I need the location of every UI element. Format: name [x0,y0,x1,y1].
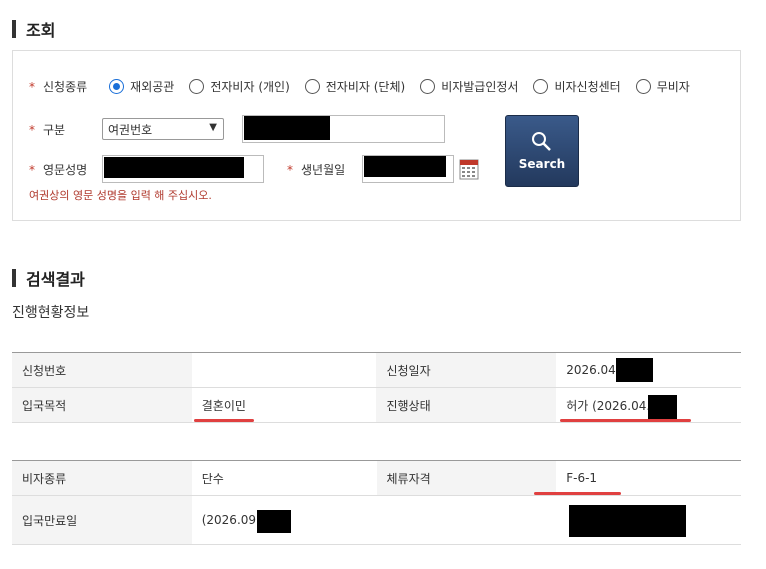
birth-label: 생년월일 [301,163,346,177]
search-icon [532,132,551,151]
header-stay-status: 체류자격 [376,460,557,496]
birth-row: * 생년월일 [287,161,345,178]
header-entry-purpose: 입국목적 [12,387,192,423]
category-select-value: 여권번호 [108,122,153,137]
header-entry-expiry: 입국만료일 [12,495,192,545]
table-row: 비자종류 단수 체류자격 F-6-1 [12,460,741,496]
redacted-info-block [569,505,686,537]
title-bar-marker [12,269,16,287]
eng-name-label: 영문성명 [43,163,88,177]
radio-evisa-individual[interactable]: 전자비자 (개인) [189,78,290,95]
radio-label: 무비자 [656,80,690,94]
value-entry-purpose: 결혼이민 [191,387,377,423]
radio-button[interactable] [189,79,205,94]
highlight-underline [194,419,254,422]
redacted-expiry-date [257,510,291,533]
value-stay-status: F-6-1 [556,460,741,496]
eng-name-row: * 영문성명 [29,161,87,178]
search-section-title: 조회 [12,17,55,41]
value-visa-type: 단수 [191,460,377,496]
category-select[interactable]: 여권번호 ▼ [102,118,224,140]
section-title-text: 조회 [26,21,56,40]
radio-label: 재외공관 [130,80,175,94]
table-row: 입국목적 결혼이민 진행상태 허가 (2026.04. [12,387,741,423]
radio-button[interactable] [533,79,549,94]
header-application-date: 신청일자 [376,352,557,388]
radio-label: 전자비자 (단체) [325,80,406,94]
radio-button[interactable] [304,79,320,94]
required-mark: * [29,79,35,94]
redacted-eng-name [104,157,244,178]
radio-visa-confirmation[interactable]: 비자발급인정서 [420,78,518,95]
required-mark: * [287,162,293,177]
highlight-underline [534,492,621,495]
search-button[interactable]: Search [505,115,579,187]
header-application-number: 신청번호 [12,352,192,388]
radio-button[interactable] [420,79,436,94]
required-mark: * [29,162,35,177]
radio-label: 비자발급인정서 [441,80,519,94]
radio-visa-center[interactable]: 비자신청센터 [533,78,621,95]
header-progress-status: 진행상태 [376,387,557,423]
calendar-icon[interactable] [459,158,479,180]
radio-label: 비자신청센터 [554,80,621,94]
search-button-label: Search [518,157,566,171]
radio-button[interactable] [109,79,125,94]
required-mark: * [29,122,35,137]
highlight-underline [560,419,691,422]
redacted-status-date [648,395,677,419]
radio-embassy[interactable]: 재외공관 [109,78,174,95]
progress-info-subtitle: 진행현황정보 [12,305,90,321]
redacted-application-date [616,358,653,382]
section-title-text: 검색결과 [26,270,85,289]
category-row: * 구분 [29,121,65,138]
radio-visa-free[interactable]: 무비자 [635,78,690,95]
chevron-down-icon: ▼ [209,122,217,133]
header-empty [376,495,557,545]
header-visa-type: 비자종류 [12,460,192,496]
category-label: 구분 [43,123,66,137]
value-application-number [191,352,377,388]
type-label: 신청종류 [43,80,88,94]
title-bar-marker [12,20,16,38]
eng-name-hint: 여권상의 영문 성명을 입력 해 주십시오. [29,189,212,202]
radio-evisa-group[interactable]: 전자비자 (단체) [304,78,406,95]
type-row: * 신청종류 재외공관 전자비자 (개인) 전자비자 (단체) 비자발급인정서 … [29,78,705,95]
radio-label: 전자비자 (개인) [210,80,290,94]
redacted-passport-number [244,116,330,140]
redacted-birth-date [364,156,446,177]
results-section-title: 검색결과 [12,266,85,290]
radio-button[interactable] [635,79,651,94]
